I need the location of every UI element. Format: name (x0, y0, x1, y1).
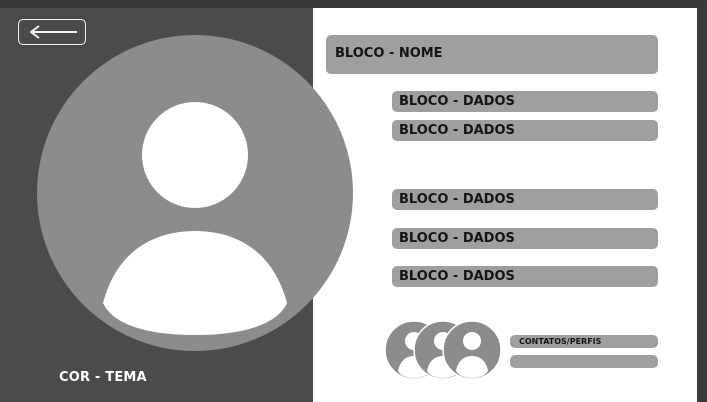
data-block-1: BLOCO - DADOS (392, 91, 658, 112)
contacts-placeholder-bar (510, 355, 658, 368)
contact-avatars[interactable] (384, 319, 502, 381)
user-avatar-icon (442, 320, 502, 380)
data-block-4: BLOCO - DADOS (392, 228, 658, 249)
data-block-5: BLOCO - DADOS (392, 266, 658, 287)
theme-label: COR - TEMA (59, 370, 147, 385)
profile-avatar[interactable] (37, 35, 353, 351)
top-strip (0, 0, 707, 8)
right-edge (697, 8, 707, 402)
data-block-3: BLOCO - DADOS (392, 189, 658, 210)
name-block: BLOCO - NOME (326, 35, 658, 74)
data-block-2: BLOCO - DADOS (392, 120, 658, 141)
profile-screen: COR - TEMA BLOCO - NOME BLOCO - DADOS BL… (0, 0, 707, 402)
contacts-label: CONTATOS/PERFIS (510, 335, 658, 348)
